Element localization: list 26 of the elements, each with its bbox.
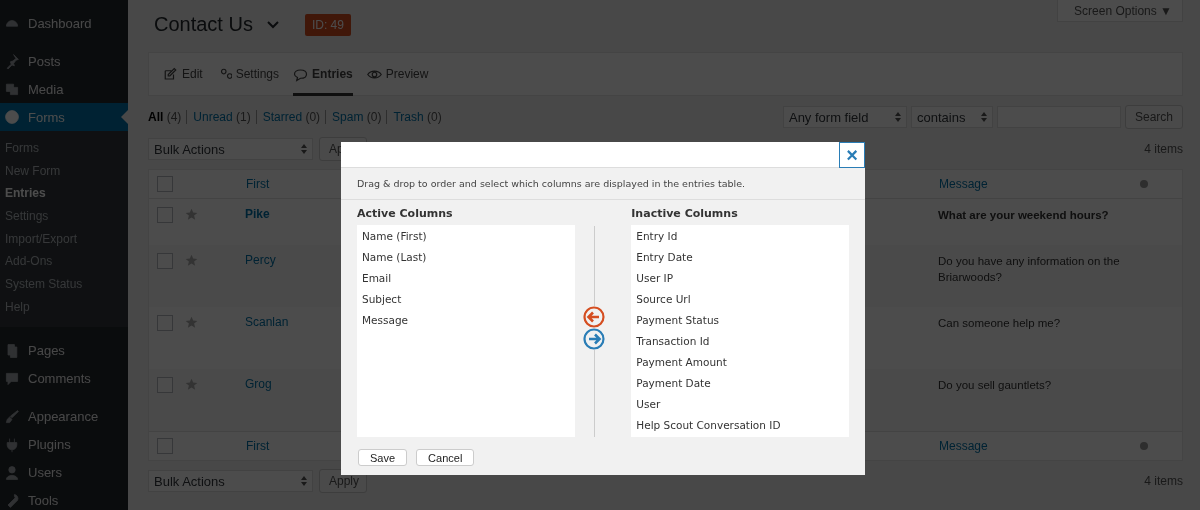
left-arrow-icon[interactable]: [582, 306, 605, 328]
message-cell-text: Can someone help me?: [938, 316, 1062, 331]
column-item[interactable]: Name (First): [362, 229, 570, 250]
active-columns-heading: Active Columns: [357, 206, 454, 222]
close-button[interactable]: ×: [839, 142, 865, 168]
form-title: Contact Us: [154, 13, 253, 36]
dialog-description: Drag & drop to order and select which columns are displayed in the entries table.: [341, 168, 865, 200]
inactive-columns-heading: Inactive Columns: [631, 206, 739, 222]
right-arrow-icon[interactable]: [582, 328, 605, 350]
column-item[interactable]: Payment Status: [636, 313, 844, 334]
column-item[interactable]: Source Url: [636, 292, 844, 313]
dialog-button[interactable]: Save: [358, 449, 408, 466]
column-item[interactable]: Entry Id: [636, 229, 844, 250]
column-item[interactable]: Message: [362, 313, 570, 334]
column-item[interactable]: User: [636, 397, 844, 418]
column-item[interactable]: Payment Date: [636, 376, 844, 397]
column-item[interactable]: Help Scout Conversation ID: [636, 418, 844, 439]
column-item[interactable]: User IP: [636, 271, 844, 292]
column-item[interactable]: Email: [362, 271, 570, 292]
dialog-button[interactable]: Cancel: [416, 449, 475, 466]
column-item[interactable]: Name (Last): [362, 250, 570, 271]
column-item[interactable]: Payment Amount: [636, 355, 844, 376]
column-item[interactable]: Subject: [362, 292, 570, 313]
message-cell-text: What are your weekend hours?: [938, 208, 1110, 223]
column-item[interactable]: Entry Date: [636, 250, 844, 271]
column-item[interactable]: Transaction Id: [636, 334, 844, 355]
